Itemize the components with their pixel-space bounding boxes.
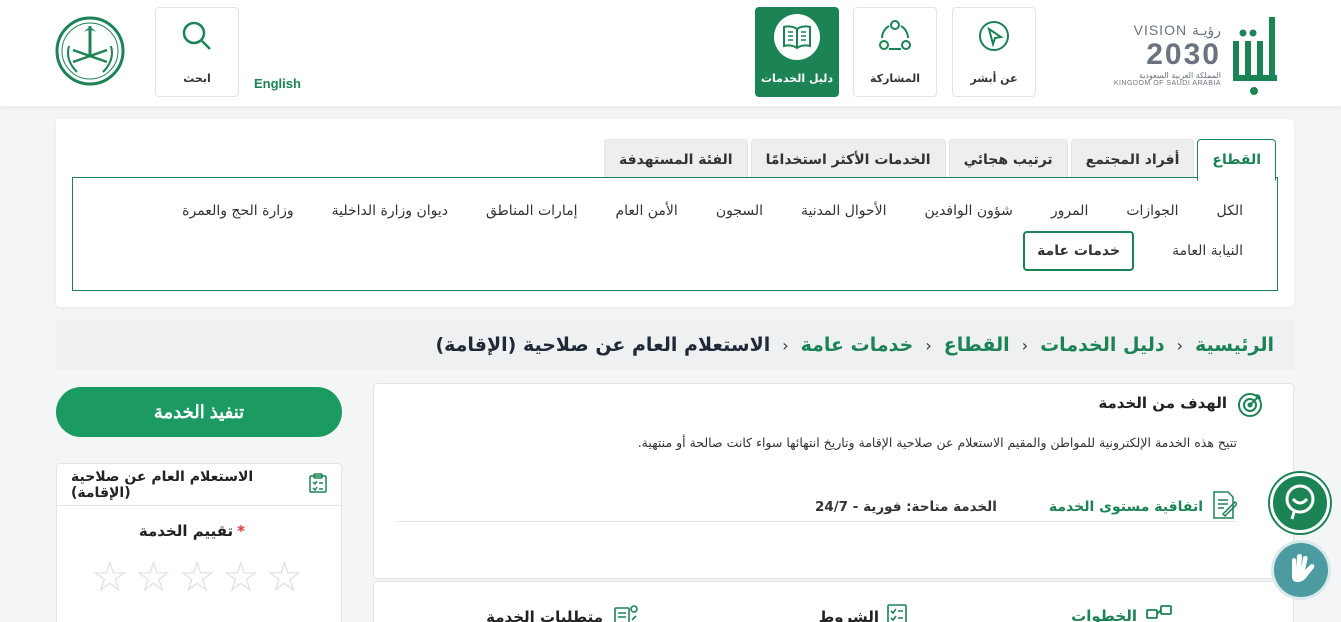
sector-expatriates[interactable]: شؤون الوافدين bbox=[925, 194, 1013, 228]
chevron-left-icon: › bbox=[782, 335, 789, 355]
service-rating-card: الاستعلام العام عن صلاحية (الإقامة) تقيي… bbox=[56, 463, 342, 622]
sector-all[interactable]: الكل bbox=[1217, 194, 1244, 228]
vision-en-text: KINGDOM OF SAUDI ARABIA bbox=[1113, 79, 1221, 87]
sla-row: اتفاقية مستوى الخدمة الخدمة متاحة: فورية… bbox=[397, 490, 1239, 524]
breadcrumb-services-guide[interactable]: دليل الخدمات bbox=[1040, 334, 1165, 356]
tab-community[interactable]: أفراد المجتمع bbox=[1070, 139, 1195, 179]
top-header: VISION رؤيـة 2030 المملكة العربية السعود… bbox=[0, 0, 1341, 106]
execute-service-button[interactable]: تنفيذ الخدمة bbox=[56, 387, 342, 437]
sector-list: الكل الجوازات المرور شؤون الوافدين الأحو… bbox=[123, 194, 1243, 271]
nav-participation-label: المشاركة bbox=[870, 72, 920, 85]
clipboard-icon bbox=[309, 472, 327, 497]
language-switch-link[interactable]: English bbox=[254, 76, 301, 91]
nav-about-label: عن أبشر bbox=[970, 72, 1018, 85]
search-button[interactable]: ابحث bbox=[155, 7, 239, 97]
absher-logo bbox=[1229, 11, 1289, 97]
rating-star-icon[interactable]: ☆ bbox=[135, 556, 173, 598]
sector-prisons[interactable]: السجون bbox=[716, 194, 763, 228]
sla-value: الخدمة متاحة: فورية - 24/7 bbox=[814, 498, 997, 515]
tab-target-group[interactable]: الفئة المستهدفة bbox=[604, 139, 748, 179]
rating-star-icon[interactable]: ☆ bbox=[178, 556, 216, 598]
vision-year: 2030 bbox=[1146, 37, 1221, 71]
goal-description: تتيح هذه الخدمة الإلكترونية للمواطن والم… bbox=[637, 435, 1237, 450]
service-details-tabs: الخطوات الشروط متطلبات الخدمة bbox=[373, 581, 1294, 622]
target-icon bbox=[1237, 392, 1263, 422]
side-service-name: الاستعلام العام عن صلاحية (الإقامة) bbox=[71, 468, 254, 501]
chevron-left-icon: › bbox=[1176, 335, 1184, 355]
sla-title: اتفاقية مستوى الخدمة bbox=[1048, 498, 1203, 515]
steps-label: الخطوات bbox=[1071, 607, 1137, 622]
book-icon bbox=[774, 14, 820, 60]
sector-public-prosecution[interactable]: النيابة العامة bbox=[1172, 234, 1243, 268]
rating-label-text: تقييم الخدمة bbox=[138, 522, 234, 540]
sector-traffic[interactable]: المرور bbox=[1051, 194, 1089, 228]
required-mark: * bbox=[237, 522, 245, 540]
sign-language-button[interactable] bbox=[1274, 543, 1328, 597]
tab-sector[interactable]: القطاع bbox=[1197, 139, 1276, 181]
search-icon bbox=[179, 18, 215, 54]
breadcrumb: الرئيسية › دليل الخدمات › القطاع › خدمات… bbox=[56, 320, 1294, 370]
steps-icon bbox=[1145, 604, 1173, 622]
document-sign-icon bbox=[1211, 490, 1239, 524]
breadcrumb-current-page: الاستعلام العام عن صلاحية (الإقامة) bbox=[435, 334, 771, 356]
rating-stars: ☆ ☆ ☆ ☆ ☆ bbox=[91, 556, 303, 598]
nav-services-label: دليل الخدمات bbox=[760, 72, 834, 85]
nav-about-absher[interactable]: عن أبشر bbox=[952, 7, 1036, 97]
breadcrumb-general-services[interactable]: خدمات عامة bbox=[801, 334, 914, 356]
checklist-icon bbox=[887, 604, 907, 622]
requirements-icon bbox=[611, 604, 639, 622]
filter-panel: القطاع أفراد المجتمع ترتيب هجائي الخدمات… bbox=[56, 119, 1294, 307]
chevron-left-icon: › bbox=[925, 335, 932, 355]
sector-emirates[interactable]: إمارات المناطق bbox=[486, 194, 578, 228]
vision-label: VISION رؤيـة bbox=[1133, 21, 1221, 38]
vision-ar-text: المملكة العربية السعودية bbox=[1138, 70, 1221, 80]
requirements-section[interactable]: متطلبات الخدمة bbox=[486, 604, 639, 622]
sector-civil-affairs[interactable]: الأحوال المدنية bbox=[801, 194, 887, 228]
chatbot-button[interactable] bbox=[1270, 473, 1330, 533]
terms-section[interactable]: الشروط bbox=[819, 604, 907, 622]
rating-star-icon[interactable]: ☆ bbox=[266, 556, 304, 598]
chat-cursor-icon bbox=[976, 18, 1012, 54]
rating-label: تقييم الخدمة * bbox=[139, 522, 245, 540]
rating-star-icon[interactable]: ☆ bbox=[222, 556, 260, 598]
filter-tabs: القطاع أفراد المجتمع ترتيب هجائي الخدمات… bbox=[604, 139, 1276, 181]
rating-star-icon[interactable]: ☆ bbox=[91, 556, 129, 598]
search-label: ابحث bbox=[183, 72, 211, 85]
breadcrumb-home[interactable]: الرئيسية bbox=[1195, 334, 1274, 356]
sector-passports[interactable]: الجوازات bbox=[1126, 194, 1178, 228]
nav-participation[interactable]: المشاركة bbox=[853, 7, 937, 97]
steps-section[interactable]: الخطوات bbox=[1071, 604, 1173, 622]
sector-hajj-umrah[interactable]: وزارة الحج والعمرة bbox=[182, 194, 293, 228]
sector-public-security[interactable]: الأمن العام bbox=[615, 194, 677, 228]
chevron-left-icon: › bbox=[1021, 335, 1029, 355]
saudi-emblem-logo bbox=[55, 16, 125, 86]
breadcrumb-sector[interactable]: القطاع bbox=[944, 334, 1010, 356]
sector-general-services[interactable]: خدمات عامة bbox=[1023, 231, 1135, 271]
chatbot-icon bbox=[1280, 481, 1320, 525]
nav-services-guide[interactable]: دليل الخدمات bbox=[755, 7, 839, 97]
terms-label: الشروط bbox=[818, 608, 879, 622]
tab-alphabetical[interactable]: ترتيب هجائي bbox=[948, 139, 1068, 179]
sector-list-box: الكل الجوازات المرور شؤون الوافدين الأحو… bbox=[72, 177, 1278, 291]
requirements-label: متطلبات الخدمة bbox=[486, 608, 603, 622]
tab-most-used[interactable]: الخدمات الأكثر استخدامًا bbox=[750, 139, 946, 179]
goal-title: الهدف من الخدمة bbox=[1098, 394, 1227, 412]
share-icon bbox=[877, 18, 913, 54]
side-card-header: الاستعلام العام عن صلاحية (الإقامة) bbox=[57, 464, 341, 506]
sector-moi-diwan[interactable]: ديوان وزارة الداخلية bbox=[332, 194, 448, 228]
brand-logos[interactable]: VISION رؤيـة 2030 المملكة العربية السعود… bbox=[1099, 10, 1289, 98]
service-info-card: الهدف من الخدمة تتيح هذه الخدمة الإلكترو… bbox=[373, 383, 1294, 579]
sign-language-hand-icon bbox=[1284, 551, 1318, 589]
vision-2030-logo: VISION رؤيـة 2030 المملكة العربية السعود… bbox=[1114, 22, 1221, 87]
